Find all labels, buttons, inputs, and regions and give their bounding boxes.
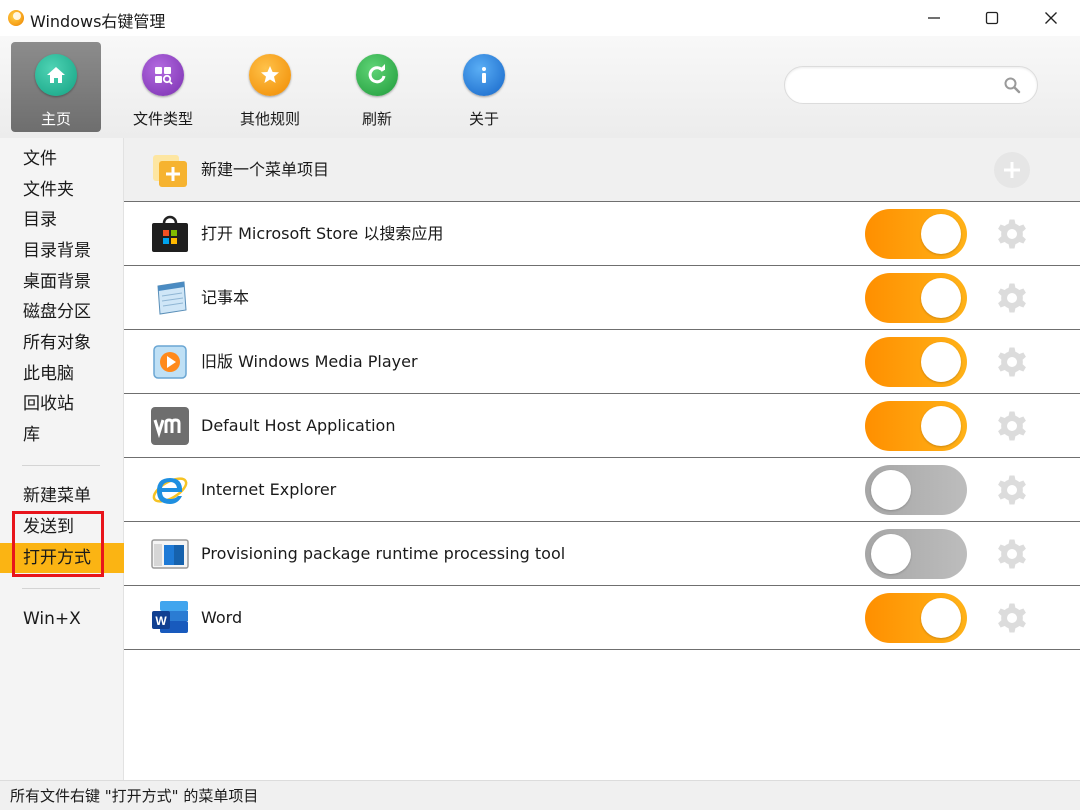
menu-item-list: 新建一个菜单项目 打开 Microsoft Store 以搜索应用 记事本 旧版… — [124, 138, 1080, 780]
toggle-knob — [921, 342, 961, 382]
add-icon — [1004, 162, 1020, 178]
app-logo-icon — [8, 10, 24, 26]
toolbar-about-button[interactable]: 关于 — [439, 42, 529, 132]
menu-item-label: Word — [201, 608, 243, 627]
home-icon — [35, 54, 77, 96]
maximize-button[interactable] — [962, 0, 1022, 36]
sidebar-item-folder[interactable]: 文件夹 — [0, 175, 124, 205]
vmware-icon — [151, 407, 189, 445]
maximize-icon — [985, 11, 999, 25]
sidebar-item-all-objects[interactable]: 所有对象 — [0, 328, 124, 358]
toolbar-file-types-button[interactable]: 文件类型 — [118, 42, 208, 132]
sidebar: 文件 文件夹 目录 目录背景 桌面背景 磁盘分区 所有对象 此电脑 回收站 库 … — [0, 138, 124, 780]
sidebar-item-win-x[interactable]: Win+X — [0, 604, 124, 634]
sidebar-item-file[interactable]: 文件 — [0, 144, 124, 174]
toolbar-label: 关于 — [468, 110, 499, 128]
new-menu-item-row[interactable]: 新建一个菜单项目 — [124, 138, 1080, 202]
menu-item-label: Default Host Application — [201, 416, 396, 435]
sidebar-item-recycle-bin[interactable]: 回收站 — [0, 389, 124, 419]
menu-item-row: 打开 Microsoft Store 以搜索应用 — [124, 202, 1080, 266]
toolbar-label: 文件类型 — [132, 110, 193, 128]
enable-toggle[interactable] — [865, 593, 967, 643]
search-icon[interactable] — [1003, 76, 1021, 94]
minimize-icon — [928, 17, 940, 19]
toggle-knob — [871, 470, 911, 510]
menu-item-label: 打开 Microsoft Store 以搜索应用 — [201, 224, 444, 243]
sidebar-item-new-menu[interactable]: 新建菜单 — [0, 481, 124, 511]
sidebar-item-directory[interactable]: 目录 — [0, 205, 124, 235]
menu-item-row: 旧版 Windows Media Player — [124, 330, 1080, 394]
gear-icon[interactable] — [994, 216, 1030, 252]
internet-explorer-icon — [152, 477, 188, 504]
menu-item-label: 旧版 Windows Media Player — [201, 352, 418, 371]
gear-icon[interactable] — [994, 536, 1030, 572]
toggle-knob — [921, 598, 961, 638]
title-bar: Windows右键管理 — [0, 0, 1080, 36]
status-bar: 所有文件右键 "打开方式" 的菜单项目 — [0, 780, 1080, 810]
menu-item-label: 记事本 — [201, 288, 250, 307]
notepad-icon — [157, 281, 187, 315]
menu-item-row: Internet Explorer — [124, 458, 1080, 522]
enable-toggle[interactable] — [865, 273, 967, 323]
new-menu-item-icon — [153, 155, 187, 187]
add-button[interactable] — [994, 152, 1030, 188]
highlight-annotation-box — [12, 511, 104, 577]
toggle-knob — [921, 214, 961, 254]
menu-item-row: 记事本 — [124, 266, 1080, 330]
enable-toggle[interactable] — [865, 337, 967, 387]
search-input[interactable] — [784, 66, 1038, 104]
info-icon — [463, 54, 505, 96]
sidebar-item-library[interactable]: 库 — [0, 420, 124, 450]
enable-toggle[interactable] — [865, 209, 967, 259]
word-icon: W — [152, 601, 188, 633]
windows-media-player-icon — [153, 345, 187, 379]
menu-item-label: Provisioning package runtime processing … — [201, 544, 566, 563]
svg-text:W: W — [155, 614, 167, 628]
new-menu-item-label: 新建一个菜单项目 — [201, 160, 330, 179]
toolbar-label: 主页 — [40, 110, 71, 128]
enable-toggle[interactable] — [865, 465, 967, 515]
toggle-knob — [871, 534, 911, 574]
menu-item-row: Default Host Application — [124, 394, 1080, 458]
toolbar: 主页 文件类型 其他规则 刷新 关于 — [0, 36, 1080, 138]
file-types-icon — [142, 54, 184, 96]
sidebar-divider — [22, 465, 100, 466]
sidebar-item-this-pc[interactable]: 此电脑 — [0, 359, 124, 389]
toolbar-label: 其他规则 — [239, 110, 300, 128]
minimize-button[interactable] — [904, 0, 964, 36]
enable-toggle[interactable] — [865, 529, 967, 579]
gear-icon[interactable] — [994, 344, 1030, 380]
gear-icon[interactable] — [994, 408, 1030, 444]
star-icon — [249, 54, 291, 96]
toolbar-refresh-button[interactable]: 刷新 — [332, 42, 422, 132]
gear-icon[interactable] — [994, 600, 1030, 636]
menu-item-label: Internet Explorer — [201, 480, 337, 499]
toggle-knob — [921, 278, 961, 318]
microsoft-store-icon — [152, 215, 188, 252]
provisioning-tool-icon — [151, 539, 189, 569]
toggle-knob — [921, 406, 961, 446]
toolbar-home-button[interactable]: 主页 — [11, 42, 101, 132]
window-title: Windows右键管理 — [30, 12, 166, 31]
sidebar-item-drive[interactable]: 磁盘分区 — [0, 297, 124, 327]
toolbar-other-rules-button[interactable]: 其他规则 — [225, 42, 315, 132]
toolbar-label: 刷新 — [361, 110, 392, 128]
gear-icon[interactable] — [994, 472, 1030, 508]
gear-icon[interactable] — [994, 280, 1030, 316]
enable-toggle[interactable] — [865, 401, 967, 451]
menu-item-row: Provisioning package runtime processing … — [124, 522, 1080, 586]
refresh-icon — [356, 54, 398, 96]
sidebar-divider — [22, 588, 100, 589]
sidebar-item-directory-background[interactable]: 目录背景 — [0, 236, 124, 266]
close-button[interactable] — [1021, 0, 1080, 36]
menu-item-row: W Word — [124, 586, 1080, 650]
close-icon — [1045, 12, 1057, 24]
sidebar-item-desktop-background[interactable]: 桌面背景 — [0, 267, 124, 297]
